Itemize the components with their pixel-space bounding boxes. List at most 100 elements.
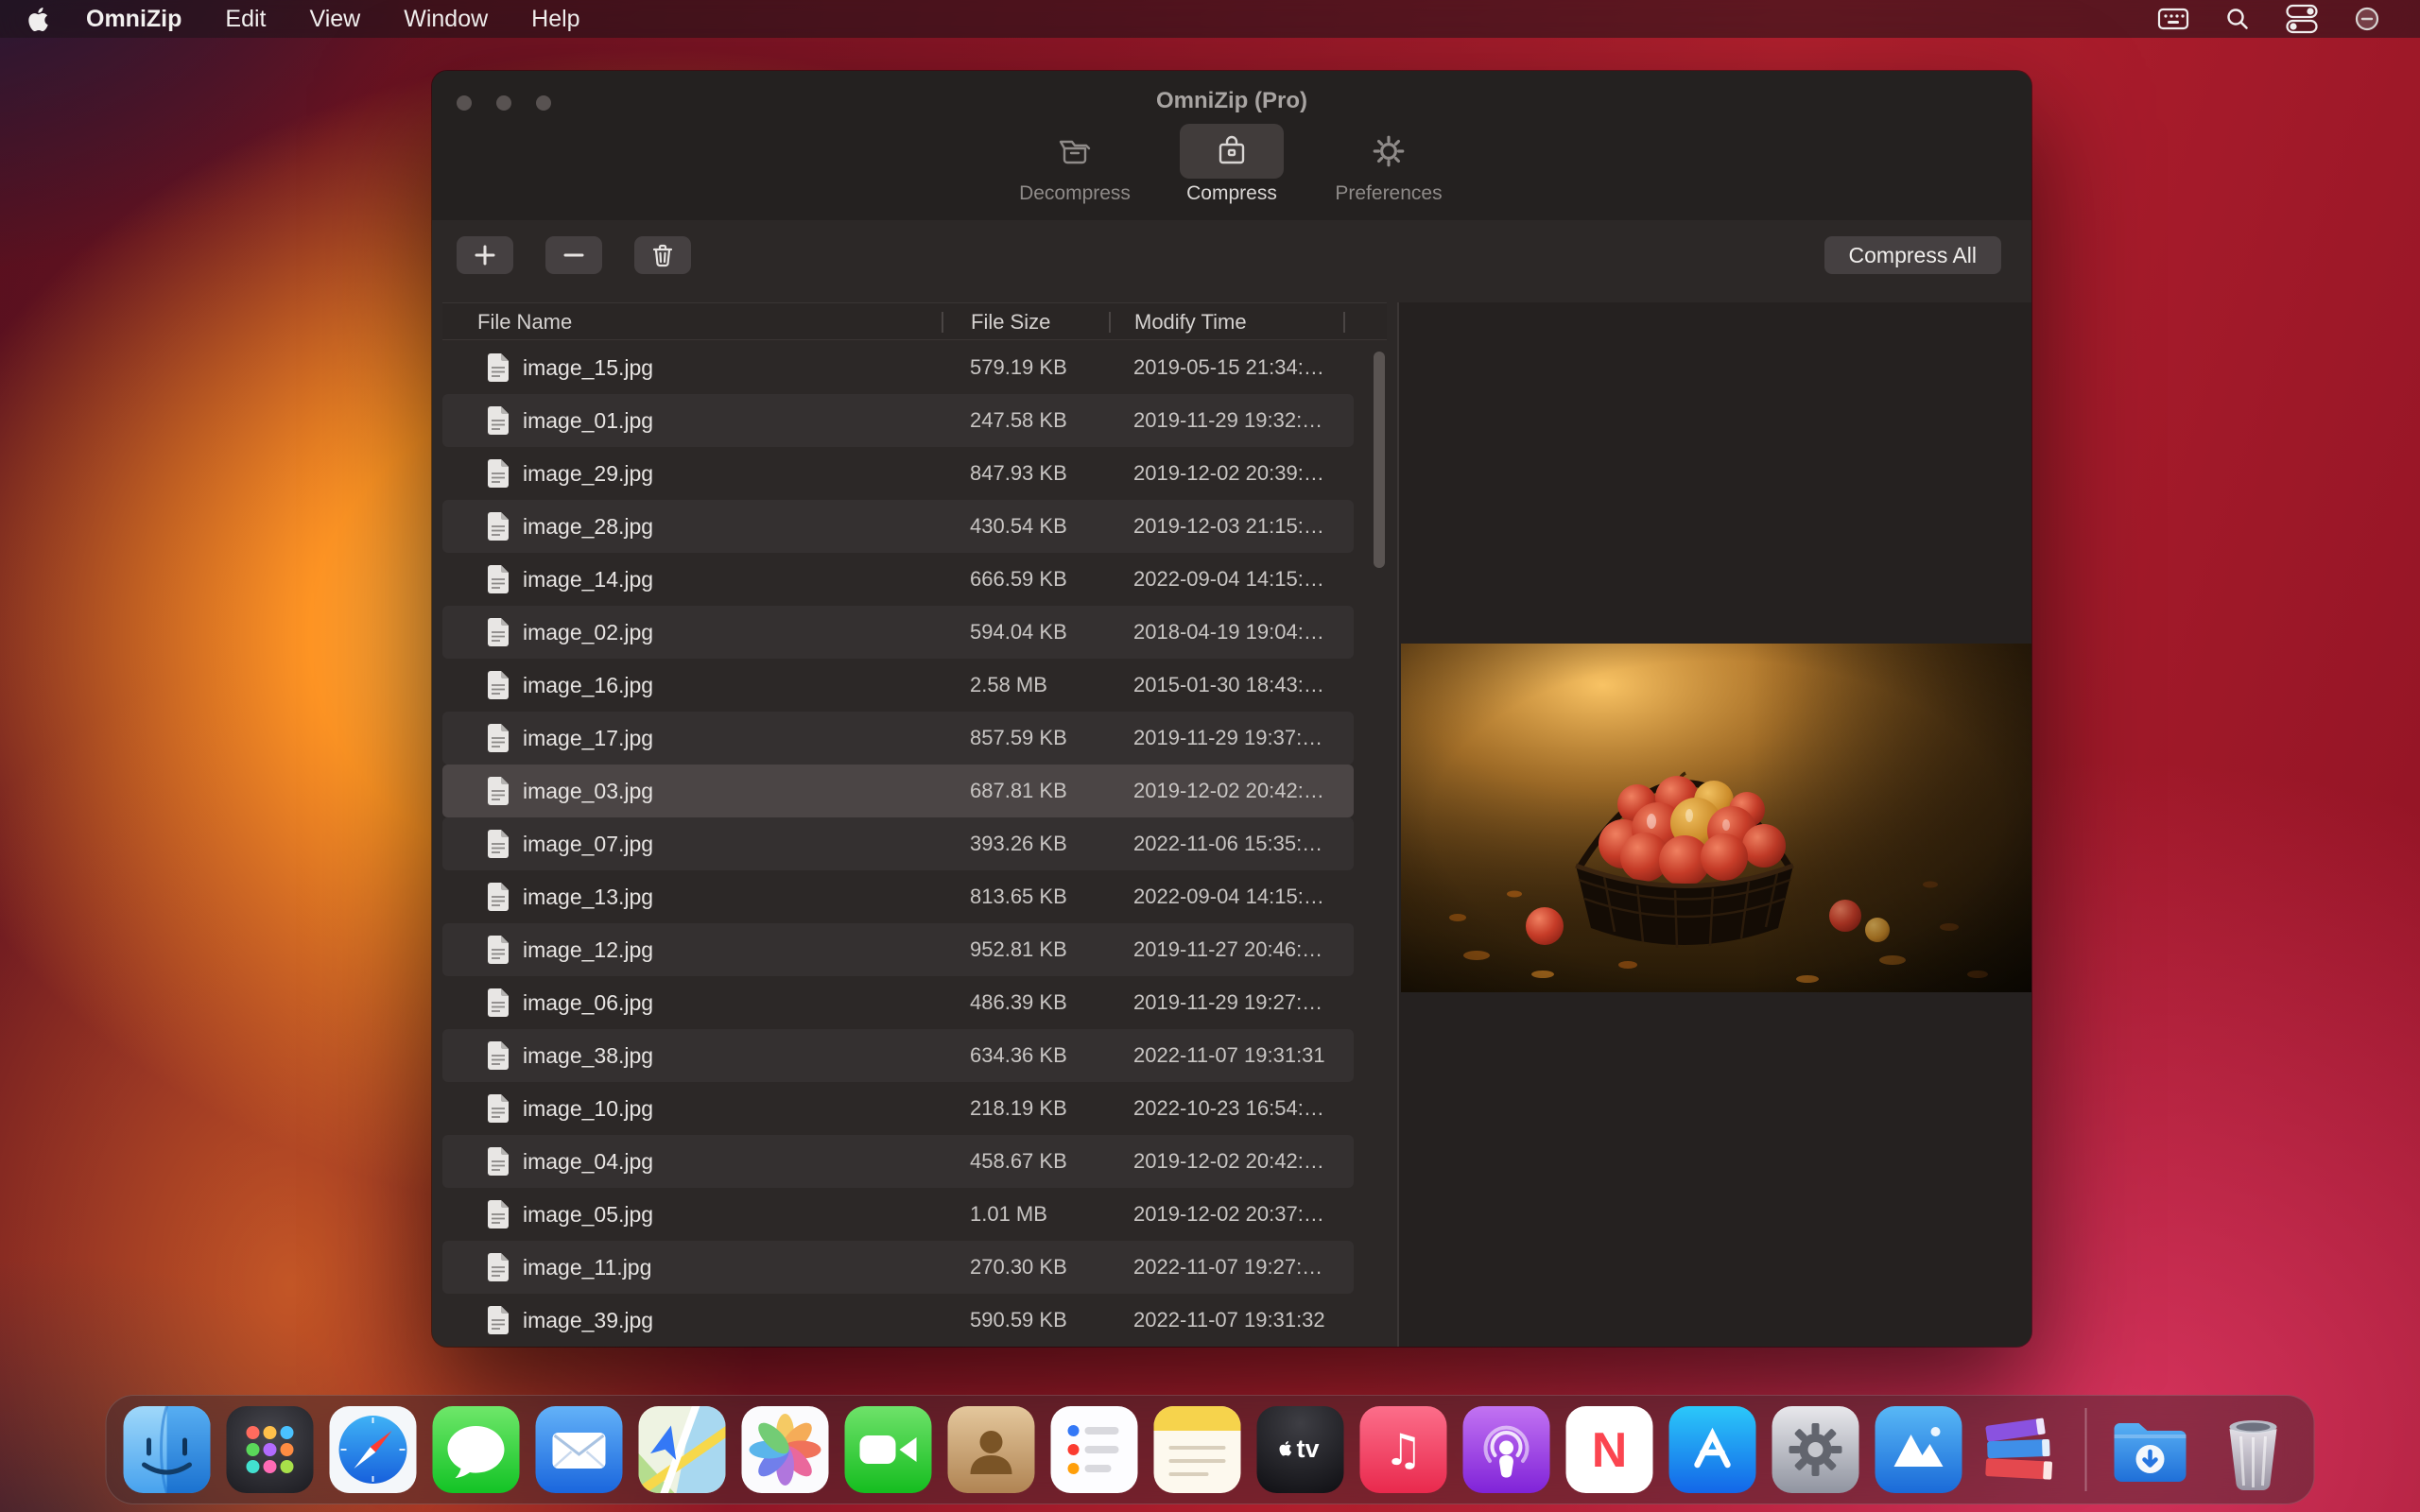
table-row-selected[interactable]: image_03.jpg687.81 KB2019-12-02 20:42:… bbox=[442, 765, 1354, 817]
table-row[interactable]: image_16.jpg2.58 MB2015-01-30 18:43:… bbox=[442, 659, 1354, 712]
dock-safari-icon[interactable] bbox=[330, 1406, 417, 1493]
file-name: image_02.jpg bbox=[523, 620, 970, 645]
dock-mail-icon[interactable] bbox=[536, 1406, 623, 1493]
file-size: 393.26 KB bbox=[970, 832, 1133, 856]
file-name: image_07.jpg bbox=[523, 832, 970, 857]
dock-photos-icon[interactable] bbox=[742, 1406, 829, 1493]
table-row[interactable]: image_17.jpg857.59 KB2019-11-29 19:37:… bbox=[442, 712, 1354, 765]
tab-preferences-label: Preferences bbox=[1335, 182, 1442, 205]
file-time: 2019-11-27 20:46:… bbox=[1133, 937, 1354, 962]
file-size: 218.19 KB bbox=[970, 1096, 1133, 1121]
table-row[interactable]: image_39.jpg590.59 KB2022-11-07 19:31:32 bbox=[442, 1294, 1354, 1347]
file-name: image_06.jpg bbox=[523, 990, 970, 1016]
dock-news-icon[interactable]: N bbox=[1566, 1406, 1653, 1493]
spotlight-icon[interactable] bbox=[2225, 7, 2250, 31]
table-row[interactable]: image_07.jpg393.26 KB2022-11-06 15:35:… bbox=[442, 817, 1354, 870]
file-size: 486.39 KB bbox=[970, 990, 1133, 1015]
dock-omnizip-icon[interactable] bbox=[1979, 1406, 2066, 1493]
tab-decompress[interactable]: Decompress bbox=[1004, 124, 1146, 205]
file-time: 2019-12-02 20:39:… bbox=[1133, 461, 1354, 486]
menu-help[interactable]: Help bbox=[531, 6, 579, 33]
scrollbar-thumb[interactable] bbox=[1374, 352, 1385, 568]
dock-settings-icon[interactable] bbox=[1772, 1406, 1859, 1493]
file-time: 2022-09-04 14:15:… bbox=[1133, 567, 1354, 592]
table-row[interactable]: image_04.jpg458.67 KB2019-12-02 20:42:… bbox=[442, 1135, 1354, 1188]
dock: tv ♫ N bbox=[106, 1395, 2315, 1504]
file-icon bbox=[486, 1093, 510, 1124]
table-row[interactable]: image_11.jpg270.30 KB2022-11-07 19:27:… bbox=[442, 1241, 1354, 1294]
keyboard-icon[interactable] bbox=[2157, 7, 2189, 31]
table-row[interactable]: image_38.jpg634.36 KB2022-11-07 19:31:31 bbox=[442, 1029, 1354, 1082]
file-time: 2019-12-02 20:42:… bbox=[1133, 779, 1354, 803]
dock-contacts-icon[interactable] bbox=[948, 1406, 1035, 1493]
table-row[interactable]: image_14.jpg666.59 KB2022-09-04 14:15:… bbox=[442, 553, 1354, 606]
dock-finder-icon[interactable] bbox=[124, 1406, 211, 1493]
file-size: 247.58 KB bbox=[970, 408, 1133, 433]
table-row[interactable]: image_02.jpg594.04 KB2018-04-19 19:04:… bbox=[442, 606, 1354, 659]
control-center-icon[interactable] bbox=[2286, 4, 2318, 34]
dock-app-store-icon[interactable] bbox=[1669, 1406, 1756, 1493]
dock-maps-icon[interactable] bbox=[639, 1406, 726, 1493]
column-modify-time[interactable]: Modify Time bbox=[1134, 303, 1247, 341]
tab-compress[interactable]: Compress bbox=[1161, 124, 1303, 205]
table-row[interactable]: image_10.jpg218.19 KB2022-10-23 16:54:… bbox=[442, 1082, 1354, 1135]
file-icon bbox=[486, 1040, 510, 1071]
file-icon bbox=[486, 564, 510, 594]
tab-decompress-label: Decompress bbox=[1019, 182, 1131, 205]
dock-podcasts-icon[interactable] bbox=[1463, 1406, 1550, 1493]
table-row[interactable]: image_12.jpg952.81 KB2019-11-27 20:46:… bbox=[442, 923, 1354, 976]
compress-all-button[interactable]: Compress All bbox=[1824, 236, 2001, 274]
focus-icon[interactable] bbox=[2354, 6, 2380, 32]
file-size: 270.30 KB bbox=[970, 1255, 1133, 1280]
file-icon bbox=[486, 1305, 510, 1335]
table-row[interactable]: image_01.jpg247.58 KB2019-11-29 19:32:… bbox=[442, 394, 1354, 447]
file-name: image_29.jpg bbox=[523, 461, 970, 487]
dock-tv-icon[interactable]: tv bbox=[1257, 1406, 1344, 1493]
menu-app-name[interactable]: OmniZip bbox=[86, 6, 182, 33]
window-content: File Name File Size Modify Time image_15… bbox=[432, 302, 2031, 1347]
table-row[interactable]: image_13.jpg813.65 KB2022-09-04 14:15:… bbox=[442, 870, 1354, 923]
table-row[interactable]: image_05.jpg1.01 MB2019-12-02 20:37:… bbox=[442, 1188, 1354, 1241]
menu-view[interactable]: View bbox=[309, 6, 360, 33]
file-icon bbox=[486, 1199, 510, 1229]
column-divider bbox=[1109, 312, 1111, 333]
column-file-name[interactable]: File Name bbox=[477, 303, 572, 341]
dock-music-icon[interactable]: ♫ bbox=[1360, 1406, 1447, 1493]
file-time: 2019-12-03 21:15:… bbox=[1133, 514, 1354, 539]
table-row[interactable]: image_28.jpg430.54 KB2019-12-03 21:15:… bbox=[442, 500, 1354, 553]
column-divider bbox=[942, 312, 943, 333]
column-file-size[interactable]: File Size bbox=[971, 303, 1050, 341]
gear-icon bbox=[1337, 124, 1441, 179]
dock-downloads-icon[interactable] bbox=[2107, 1406, 2194, 1493]
dock-launchpad-icon[interactable] bbox=[227, 1406, 314, 1493]
file-icon bbox=[486, 458, 510, 489]
apple-menu-icon[interactable] bbox=[28, 8, 48, 31]
menu-window[interactable]: Window bbox=[404, 6, 488, 33]
clear-list-button[interactable] bbox=[634, 236, 691, 274]
dock-facetime-icon[interactable] bbox=[845, 1406, 932, 1493]
file-time: 2015-01-30 18:43:… bbox=[1133, 673, 1354, 697]
menu-edit[interactable]: Edit bbox=[225, 6, 266, 33]
table-row[interactable]: image_06.jpg486.39 KB2019-11-29 19:27:… bbox=[442, 976, 1354, 1029]
menu-bar-status bbox=[2157, 4, 2420, 34]
archive-extract-icon bbox=[1023, 124, 1127, 179]
table-row[interactable]: image_29.jpg847.93 KB2019-12-02 20:39:… bbox=[442, 447, 1354, 500]
file-name: image_16.jpg bbox=[523, 673, 970, 698]
table-row[interactable]: image_15.jpg579.19 KB2019-05-15 21:34:… bbox=[442, 341, 1354, 394]
file-name: image_15.jpg bbox=[523, 355, 970, 381]
remove-file-button[interactable] bbox=[545, 236, 602, 274]
window-title: OmniZip (Pro) bbox=[432, 88, 2031, 114]
file-name: image_28.jpg bbox=[523, 514, 970, 540]
dock-keynote-icon[interactable] bbox=[1876, 1406, 1962, 1493]
dock-reminders-icon[interactable] bbox=[1051, 1406, 1138, 1493]
dock-messages-icon[interactable] bbox=[433, 1406, 520, 1493]
file-icon bbox=[486, 617, 510, 647]
trash-icon bbox=[649, 242, 676, 268]
add-file-button[interactable] bbox=[457, 236, 513, 274]
tab-preferences[interactable]: Preferences bbox=[1318, 124, 1460, 205]
dock-trash-icon[interactable] bbox=[2210, 1406, 2297, 1493]
file-name: image_11.jpg bbox=[523, 1255, 970, 1280]
file-time: 2019-11-29 19:27:… bbox=[1133, 990, 1354, 1015]
dock-notes-icon[interactable] bbox=[1154, 1406, 1241, 1493]
table-header: File Name File Size Modify Time bbox=[442, 302, 1387, 340]
